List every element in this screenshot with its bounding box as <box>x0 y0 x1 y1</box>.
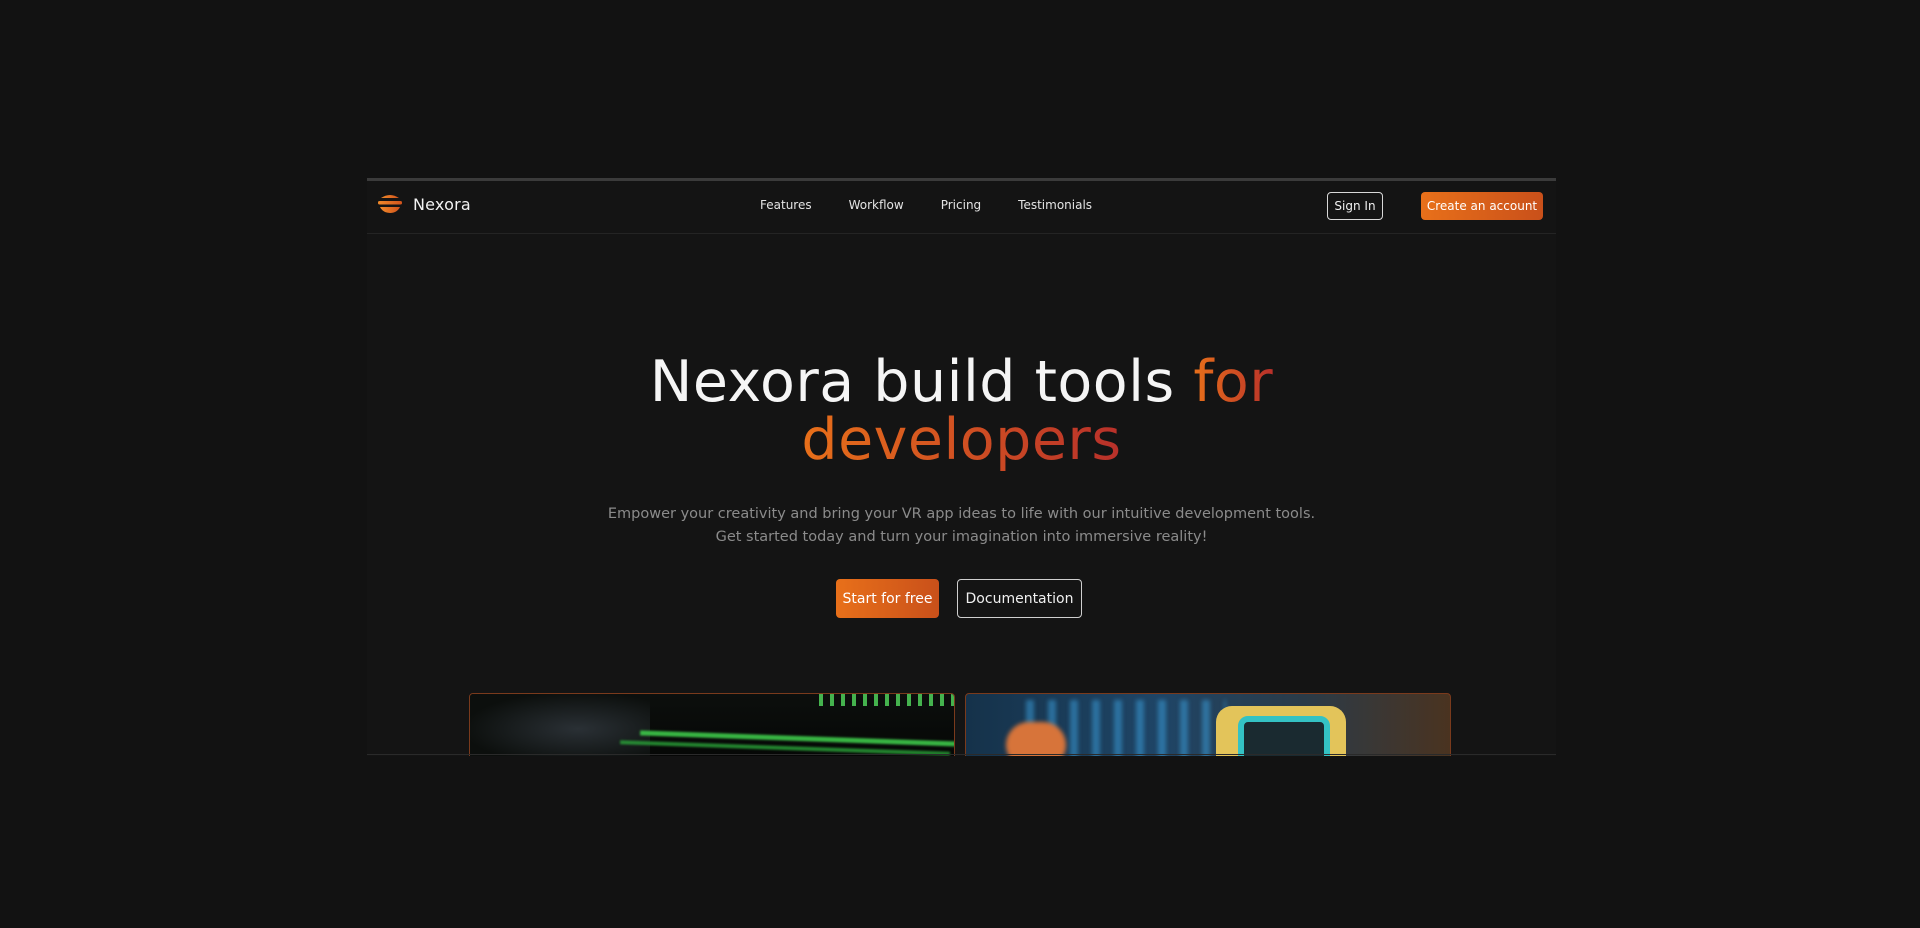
page-frame: Nexora Features Workflow Pricing Testimo… <box>367 178 1556 756</box>
documentation-button[interactable]: Documentation <box>957 579 1082 618</box>
nav-links: Features Workflow Pricing Testimonials <box>760 198 1092 212</box>
nav-link-testimonials[interactable]: Testimonials <box>1018 198 1092 212</box>
frame-divider <box>367 754 1556 755</box>
hero-title-accent-for: for <box>1193 349 1274 415</box>
code-terminal-image <box>469 693 955 756</box>
vr-headset-image <box>965 693 1451 756</box>
nav-link-features[interactable]: Features <box>760 198 812 212</box>
hero-subtitle-line-1: Empower your creativity and bring your V… <box>607 506 1316 522</box>
vr-hand-shape <box>1006 722 1066 756</box>
top-navbar: Nexora Features Workflow Pricing Testimo… <box>367 181 1556 234</box>
nav-link-pricing[interactable]: Pricing <box>941 198 981 212</box>
hero-title-main: Nexora build tools <box>649 349 1194 415</box>
brand-name: Nexora <box>413 194 471 214</box>
hero-subtitle: Empower your creativity and bring your V… <box>367 503 1556 549</box>
hero-title-accent-developers: developers <box>801 407 1122 473</box>
terminal-code-dots <box>819 694 954 706</box>
vr-headset-lens <box>1238 716 1330 756</box>
create-account-button[interactable]: Create an account <box>1421 192 1543 220</box>
stacked-layers-logo-icon <box>378 195 402 213</box>
brand[interactable]: Nexora <box>377 193 471 215</box>
nav-link-workflow[interactable]: Workflow <box>849 198 904 212</box>
hero-title: Nexora build tools for developers <box>367 353 1556 469</box>
terminal-blur-region <box>470 694 650 756</box>
hero-subtitle-line-2: Get started today and turn your imaginat… <box>715 529 1208 545</box>
start-for-free-button[interactable]: Start for free <box>836 579 939 618</box>
sign-in-button[interactable]: Sign In <box>1327 192 1383 220</box>
